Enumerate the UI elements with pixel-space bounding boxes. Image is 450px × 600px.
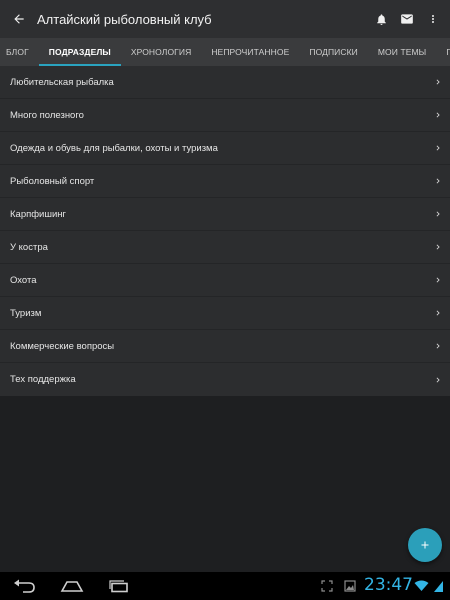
plus-icon <box>421 541 429 549</box>
recent-apps-icon <box>109 580 128 593</box>
chevron-right-icon <box>431 373 445 387</box>
tab-3[interactable]: НЕПРОЧИТАННОЕ <box>201 38 299 66</box>
system-navigation-bar: 23:47 <box>0 572 450 600</box>
forum-title: Карпфишинг <box>10 208 67 220</box>
forum-list-item[interactable]: Карпфишинг <box>0 198 450 231</box>
gallery-icon <box>342 578 358 594</box>
tab-strip: БЛОГ ПОДРАЗДЕЛЫ ХРОНОЛОГИЯ НЕПРОЧИТАННОЕ ПОД… <box>0 38 450 66</box>
chevron-right-icon <box>431 174 445 188</box>
arrow-back-icon <box>14 14 24 24</box>
forum-title: Много полезного <box>10 109 84 121</box>
notifications-button[interactable] <box>368 0 394 38</box>
chevron-right-icon <box>431 108 445 122</box>
mail-icon <box>401 14 413 24</box>
system-recents-button[interactable] <box>104 576 134 596</box>
forum-title: Рыболовный спорт <box>10 175 95 187</box>
page-title: Алтайский рыболовный клуб <box>37 11 212 27</box>
forum-list-item[interactable]: Много полезного <box>0 99 450 132</box>
app-bar: Алтайский рыболовный клуб <box>0 0 450 38</box>
messages-button[interactable] <box>394 0 420 38</box>
wifi-icon <box>413 578 429 594</box>
system-back-button[interactable] <box>10 576 40 596</box>
tab-1[interactable]: ПОДРАЗДЕЛЫ <box>38 38 121 66</box>
forum-list-item[interactable]: Рыболовный спорт <box>0 165 450 198</box>
battery-icon <box>430 578 446 594</box>
more-vert-icon <box>432 15 434 23</box>
forum-list: Любительская рыбалка Много полезного Одежд… <box>0 66 450 396</box>
new-topic-fab[interactable] <box>408 528 442 562</box>
forum-title: Одежда и обувь для рыбалки, охоты и тури… <box>10 142 218 154</box>
tab-0[interactable]: БЛОГ <box>0 38 39 66</box>
forum-title: У костра <box>10 241 48 253</box>
chevron-right-icon <box>431 141 445 155</box>
chevron-right-icon <box>431 75 445 89</box>
back-button[interactable] <box>1 0 37 38</box>
app-window: Алтайский рыболовный клуб БЛОГ ПОДРАЗДЕЛЫ… <box>0 0 450 600</box>
appbar-actions <box>368 0 446 38</box>
back-icon <box>14 579 35 593</box>
tab-bar: БЛОГ ПОДРАЗДЕЛЫ ХРОНОЛОГИЯ НЕПРОЧИТАННОЕ ПОД… <box>0 38 450 66</box>
tab-6[interactable]: ПОПУЛЯРНОЕ <box>436 38 450 66</box>
overflow-menu-button[interactable] <box>420 0 446 38</box>
forum-title: Тех поддержка <box>10 374 76 385</box>
forum-title: Туризм <box>10 307 42 319</box>
chevron-right-icon <box>431 207 445 221</box>
system-home-button[interactable] <box>57 576 87 596</box>
chevron-right-icon <box>431 339 445 353</box>
tab-5[interactable]: МОИ ТЕМЫ <box>368 38 436 66</box>
forum-title: Любительская рыбалка <box>10 76 114 88</box>
forum-title: Охота <box>10 274 37 286</box>
forum-list-item[interactable]: У костра <box>0 231 450 264</box>
forum-title: Коммерческие вопросы <box>10 340 115 352</box>
forum-list-item[interactable]: Одежда и обувь для рыбалки, охоты и тури… <box>0 132 450 165</box>
bell-icon <box>376 13 386 25</box>
fullscreen-icon <box>319 578 335 594</box>
tab-4[interactable]: ПОДПИСКИ <box>299 38 368 66</box>
forum-list-item[interactable]: Любительская рыбалка <box>0 66 450 99</box>
forum-list-item[interactable]: Коммерческие вопросы <box>0 330 450 363</box>
status-clock: 23:47 <box>364 575 413 595</box>
home-icon <box>60 581 84 592</box>
chevron-right-icon <box>431 273 445 287</box>
forum-list-item[interactable]: Туризм <box>0 297 450 330</box>
tab-2[interactable]: ХРОНОЛОГИЯ <box>121 38 201 66</box>
forum-list-item[interactable]: Тех поддержка <box>0 363 450 396</box>
chevron-right-icon <box>431 306 445 320</box>
chevron-right-icon <box>431 240 445 254</box>
forum-list-item[interactable]: Охота <box>0 264 450 297</box>
